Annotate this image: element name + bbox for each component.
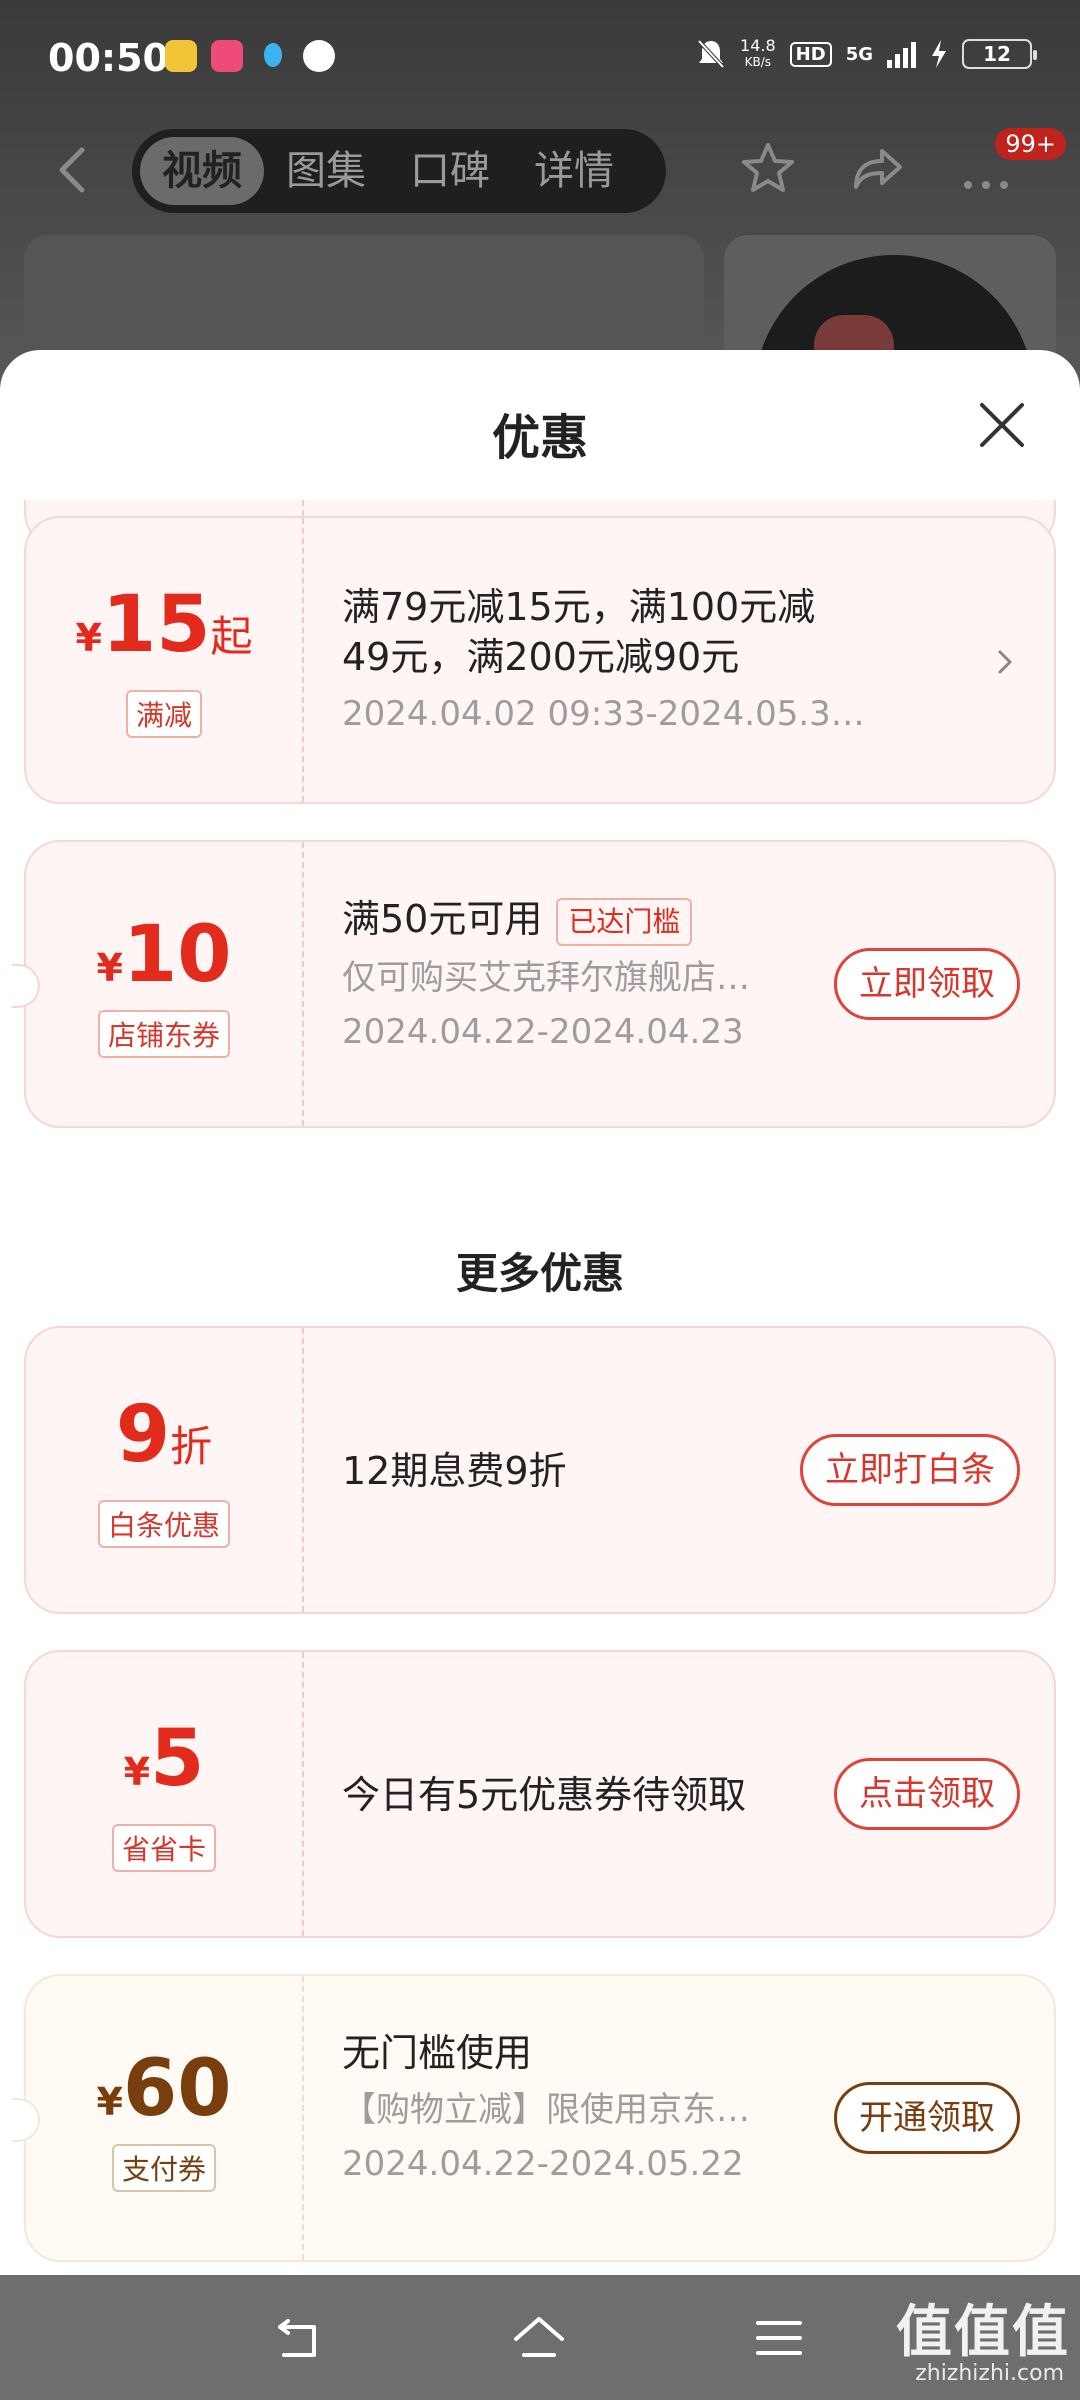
home-nav-icon[interactable] xyxy=(512,2313,566,2363)
tab-video[interactable]: 视频 xyxy=(140,137,264,205)
chevron-right-icon[interactable] xyxy=(994,642,1018,682)
amount-suffix: 折 xyxy=(170,1422,213,1471)
tab-reviews[interactable]: 口碑 xyxy=(388,137,512,205)
status-app-icons xyxy=(165,40,335,72)
coupon-card[interactable]: ¥10 店铺东券 满50元可用 已达门槛 仅可购买艾克拜尔旗舰店… 2024.04… xyxy=(12,840,1056,1128)
system-nav-bar: 值值值 zhizhizhi.com xyxy=(0,2275,1080,2400)
coupon-type-tag: 满减 xyxy=(125,690,202,738)
message-badge: 99+ xyxy=(995,128,1066,160)
coupon-divider xyxy=(302,842,304,1126)
coupon-threshold: 满50元可用 xyxy=(342,897,543,941)
charging-icon xyxy=(932,40,946,68)
offer-amount: ¥5 xyxy=(26,1714,302,1804)
app-notification-icon xyxy=(211,40,243,72)
star-icon[interactable] xyxy=(738,139,798,199)
coupon-rule-line2: 49元，满200元减90元 xyxy=(342,635,740,679)
coupon-divider xyxy=(302,1652,304,1936)
claim-click-button[interactable]: 点击领取 xyxy=(834,1758,1020,1830)
tab-gallery[interactable]: 图集 xyxy=(264,137,388,205)
baitiao-button[interactable]: 立即打白条 xyxy=(800,1434,1020,1506)
amount-value: 60 xyxy=(122,2044,232,2134)
share-icon[interactable] xyxy=(848,139,908,199)
promotions-list[interactable]: ¥15起 满减 满79元减15元，满100元减 49元，满200元减90元 20… xyxy=(0,500,1080,2275)
sheet-title: 优惠 xyxy=(491,410,588,466)
status-time: 00:50 xyxy=(48,36,169,80)
back-nav-icon[interactable] xyxy=(274,2313,328,2363)
claim-now-button[interactable]: 立即领取 xyxy=(834,948,1020,1020)
net-speed: 14.8 KB/s xyxy=(740,38,776,70)
coupon-validity: 2024.04.22-2024.04.23 xyxy=(342,1011,744,1052)
currency-symbol: ¥ xyxy=(96,946,123,990)
offer-title: 无门槛使用 xyxy=(342,2031,533,2075)
product-nav: 视频 图集 口碑 详情 xyxy=(0,125,1080,215)
offer-amount: ¥60 xyxy=(26,2044,302,2134)
back-arrow-icon[interactable] xyxy=(52,145,92,195)
coupon-rule-line1: 满79元减15元，满100元减 xyxy=(342,585,816,629)
coupon-divider xyxy=(302,1976,304,2260)
offer-description: 12期息费9折 xyxy=(342,1449,567,1493)
mute-bell-icon xyxy=(697,39,725,69)
offer-card[interactable]: ¥5 省省卡 今日有5元优惠券待领取 点击领取 xyxy=(24,1650,1056,1938)
network-type: 5G xyxy=(845,43,873,65)
watermark-url: zhizhizhi.com xyxy=(915,2361,1064,2386)
amount-value: 5 xyxy=(150,1714,205,1804)
activate-claim-button[interactable]: 开通领取 xyxy=(834,2082,1020,2154)
amount-value: 10 xyxy=(122,910,232,1000)
signal-icon xyxy=(887,40,916,68)
hd-badge: HD xyxy=(789,41,832,67)
background-page: 00:50 14.8 KB/s HD 5G 12 视频 图集 口碑 详情 99+ xyxy=(0,0,1080,435)
coupon-amount: ¥10 xyxy=(26,910,302,1000)
promotions-sheet: 优惠 ¥15起 满减 满79元减15元，满100元减 49元，满200元减90元… xyxy=(0,350,1080,2275)
currency-symbol: ¥ xyxy=(96,2080,123,2124)
threshold-reached-badge: 已达门槛 xyxy=(556,897,693,946)
offer-type-tag: 白条优惠 xyxy=(97,1500,230,1548)
offer-amount: 9折 xyxy=(26,1390,302,1480)
net-speed-value: 14.8 xyxy=(740,36,776,55)
menu-nav-icon[interactable] xyxy=(752,2313,806,2363)
coupon-type-tag: 店铺东券 xyxy=(97,1010,230,1058)
close-icon[interactable] xyxy=(972,395,1032,455)
amount-value: 15 xyxy=(101,580,211,670)
status-indicators: 14.8 KB/s HD 5G 12 xyxy=(696,38,1037,70)
watermark-logo: 值值值 xyxy=(896,2300,1070,2365)
currency-symbol: ¥ xyxy=(75,616,102,660)
offer-card[interactable]: ¥60 支付券 无门槛使用 【购物立减】限使用京东… 2024.04.22-20… xyxy=(12,1974,1056,2262)
offer-type-tag: 省省卡 xyxy=(111,1824,216,1872)
coupon-amount: ¥15起 xyxy=(26,580,302,670)
battery-icon: 12 xyxy=(962,39,1037,69)
offer-card[interactable]: 9折 白条优惠 12期息费9折 立即打白条 xyxy=(24,1326,1056,1614)
offer-type-tag: 支付券 xyxy=(111,2144,216,2192)
net-speed-unit: KB/s xyxy=(744,55,772,69)
coupon-validity: 2024.04.02 09:33-2024.05.3… xyxy=(342,694,865,734)
currency-symbol: ¥ xyxy=(123,1750,151,1794)
zhi-app-icon xyxy=(303,40,335,72)
status-bar: 00:50 14.8 KB/s HD 5G 12 xyxy=(0,0,1080,110)
offer-scope: 【购物立减】限使用京东… xyxy=(342,2090,750,2130)
amount-suffix: 起 xyxy=(210,612,253,661)
amount-value: 9 xyxy=(115,1390,171,1480)
app-notification-icon xyxy=(165,40,197,72)
coupon-scope: 仅可购买艾克拜尔旗舰店… xyxy=(342,957,750,998)
offer-validity: 2024.04.22-2024.05.22 xyxy=(342,2144,744,2184)
qq-icon xyxy=(257,40,289,72)
coupon-card[interactable]: ¥15起 满减 满79元减15元，满100元减 49元，满200元减90元 20… xyxy=(24,516,1056,804)
coupon-divider xyxy=(302,1328,304,1612)
more-offers-title: 更多优惠 xyxy=(455,1249,624,1298)
coupon-divider xyxy=(302,518,304,802)
tab-details[interactable]: 详情 xyxy=(512,137,636,205)
product-tabs: 视频 图集 口碑 详情 xyxy=(132,129,666,213)
offer-description: 今日有5元优惠券待领取 xyxy=(342,1773,747,1817)
